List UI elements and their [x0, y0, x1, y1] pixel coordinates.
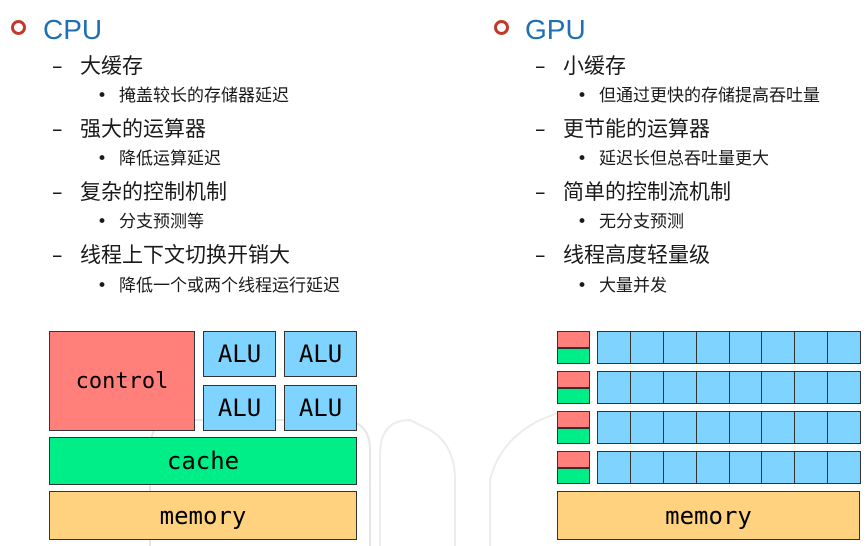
gpu-alu-cell — [728, 411, 763, 444]
gpu-alu-cell — [728, 371, 763, 404]
gpu-item-title: 小缓存 — [563, 54, 626, 78]
bullet-dot-icon: • — [97, 212, 108, 232]
gpu-item-title: 线程高度轻量级 — [563, 243, 710, 267]
gpu-control-cell — [557, 371, 590, 388]
gpu-alu-cell — [629, 371, 664, 404]
bullet-dot-icon: • — [577, 149, 588, 169]
gpu-subitem-text: 大量并发 — [599, 276, 667, 296]
gpu-alu-cell — [597, 371, 631, 404]
gpu-control-cell — [557, 451, 590, 468]
cpu-heading: CPU — [43, 14, 103, 45]
dash-icon: – — [52, 243, 63, 267]
gpu-alu-cell — [597, 331, 631, 364]
dash-icon: – — [535, 54, 546, 78]
gpu-alu-cell — [597, 451, 631, 484]
cpu-item-title: 强大的运算器 — [80, 117, 206, 141]
dash-icon: – — [52, 54, 63, 78]
gpu-alu-cell — [597, 411, 631, 444]
bullet-dot-icon: • — [577, 212, 588, 232]
gpu-alu-cell — [827, 411, 861, 444]
gpu-cache-cell — [557, 467, 590, 484]
gpu-cache-cell — [557, 347, 590, 364]
bullet-dot-icon: • — [97, 86, 108, 106]
cpu-item-title: 大缓存 — [80, 54, 143, 78]
cpu-subitem-text: 分支预测等 — [119, 212, 204, 232]
gpu-alu-cell — [695, 371, 730, 404]
gpu-alu-cell — [662, 451, 697, 484]
gpu-item-title: 更节能的运算器 — [563, 117, 710, 141]
gpu-alu-cell — [761, 331, 796, 364]
gpu-subitem-text: 无分支预测 — [599, 212, 684, 232]
cpu-cache-block: cache — [49, 437, 357, 485]
cpu-memory-block: memory — [49, 491, 357, 540]
cpu-subitem-text: 降低运算延迟 — [119, 149, 221, 169]
gpu-item-title: 简单的控制流机制 — [563, 180, 731, 204]
dash-icon: – — [535, 117, 546, 141]
gpu-alu-cell — [662, 371, 697, 404]
gpu-subitem-text: 但通过更快的存储提高吞吐量 — [599, 86, 820, 106]
cpu-item-title: 复杂的控制机制 — [80, 180, 227, 204]
bullet-ring-icon — [11, 20, 26, 35]
gpu-cache-cell — [557, 387, 590, 404]
cpu-subitem-text: 掩盖较长的存储器延迟 — [119, 86, 289, 106]
gpu-alu-cell — [761, 411, 796, 444]
gpu-alu-cell — [629, 411, 664, 444]
gpu-alu-cell — [695, 331, 730, 364]
bullet-dot-icon: • — [97, 276, 108, 296]
gpu-alu-cell — [827, 371, 861, 404]
dash-icon: – — [52, 117, 63, 141]
cpu-alu-block: ALU — [284, 331, 357, 377]
gpu-alu-cell — [794, 331, 829, 364]
gpu-alu-cell — [794, 451, 829, 484]
gpu-alu-cell — [761, 451, 796, 484]
cpu-control-block: control — [49, 331, 195, 431]
gpu-alu-cell — [728, 331, 763, 364]
gpu-subitem-text: 延迟长但总吞吐量更大 — [599, 149, 769, 169]
dash-icon: – — [52, 180, 63, 204]
gpu-alu-cell — [629, 331, 664, 364]
bullet-dot-icon: • — [577, 276, 588, 296]
bullet-ring-icon — [494, 20, 509, 35]
gpu-control-cell — [557, 411, 590, 428]
dash-icon: – — [535, 180, 546, 204]
cpu-alu-block: ALU — [203, 331, 276, 377]
gpu-alu-cell — [827, 451, 861, 484]
gpu-alu-cell — [695, 411, 730, 444]
cpu-alu-block: ALU — [203, 385, 276, 431]
cpu-subitem-text: 降低一个或两个线程运行延迟 — [119, 276, 340, 296]
gpu-heading: GPU — [525, 14, 586, 45]
gpu-alu-cell — [695, 451, 730, 484]
gpu-cache-cell — [557, 427, 590, 444]
gpu-alu-cell — [761, 371, 796, 404]
gpu-memory-block: memory — [557, 491, 860, 540]
gpu-control-cell — [557, 331, 590, 348]
gpu-alu-cell — [794, 371, 829, 404]
bullet-dot-icon: • — [97, 149, 108, 169]
cpu-alu-block: ALU — [284, 385, 357, 431]
gpu-alu-cell — [794, 411, 829, 444]
cpu-item-title: 线程上下文切换开销大 — [80, 243, 290, 267]
gpu-alu-cell — [728, 451, 763, 484]
gpu-alu-cell — [827, 331, 861, 364]
bullet-dot-icon: • — [577, 86, 588, 106]
gpu-alu-cell — [662, 331, 697, 364]
dash-icon: – — [535, 243, 546, 267]
gpu-alu-cell — [662, 411, 697, 444]
gpu-alu-cell — [629, 451, 664, 484]
